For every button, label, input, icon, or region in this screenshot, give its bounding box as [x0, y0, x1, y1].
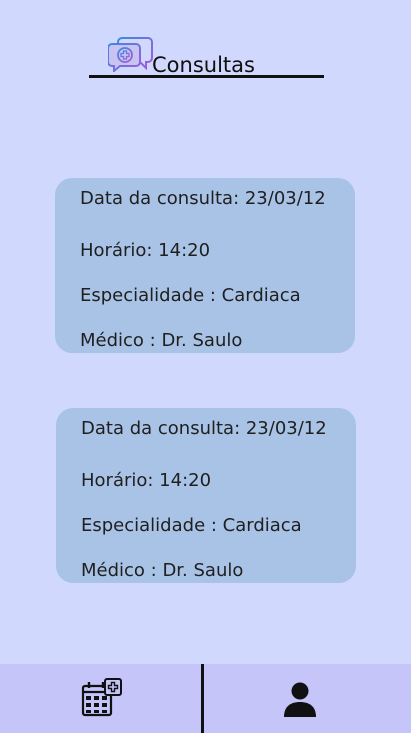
appointment-card[interactable]: Data da consulta: 23/03/12 Horário: 14:2… — [56, 408, 356, 583]
page-header: Consultas — [89, 34, 324, 80]
title-underline — [89, 75, 324, 78]
bottom-nav — [0, 664, 411, 733]
appointment-date: Data da consulta: 23/03/12 — [80, 188, 326, 209]
appointment-time: Horário: 14:20 — [81, 470, 212, 491]
calendar-icon — [81, 678, 122, 717]
appointment-date: Data da consulta: 23/03/12 — [81, 418, 327, 439]
appointment-time: Horário: 14:20 — [80, 240, 211, 261]
nav-calendar-button[interactable] — [81, 678, 123, 718]
nav-divider — [201, 664, 204, 733]
nav-profile-button[interactable] — [283, 682, 317, 718]
appointment-doctor: Médico : Dr. Saulo — [80, 330, 243, 351]
appointment-specialty: Especialidade : Cardiaca — [81, 515, 302, 536]
appointment-doctor: Médico : Dr. Saulo — [81, 560, 244, 581]
appointment-specialty: Especialidade : Cardiaca — [80, 285, 301, 306]
appointment-card[interactable]: Data da consulta: 23/03/12 Horário: 14:2… — [55, 178, 355, 353]
user-icon — [284, 682, 316, 717]
medical-chat-icon — [108, 37, 153, 72]
